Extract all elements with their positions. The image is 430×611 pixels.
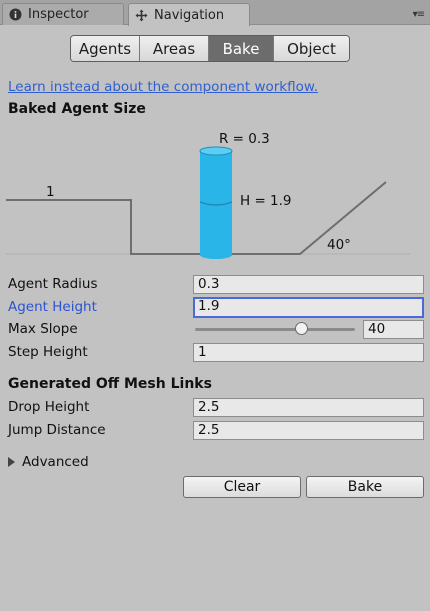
info-icon xyxy=(9,8,22,21)
advanced-foldout[interactable]: Advanced xyxy=(8,454,89,470)
max-slope-slider-thumb[interactable] xyxy=(295,322,309,335)
tab-inspector[interactable]: Inspector xyxy=(2,3,124,25)
bake-mode-toolbar: Agents Areas Bake Object xyxy=(70,35,350,62)
agent-height-label: Agent Height xyxy=(8,299,97,315)
drop-height-field[interactable]: 2.5 xyxy=(193,398,424,417)
step-height-label: Step Height xyxy=(8,344,88,360)
drop-height-label: Drop Height xyxy=(8,399,90,415)
advanced-label: Advanced xyxy=(22,454,89,470)
foldout-arrow-icon xyxy=(8,457,15,467)
radius-label: R = 0.3 xyxy=(219,131,270,147)
toolbar-agents-button[interactable]: Agents xyxy=(71,36,140,61)
max-slope-label: Max Slope xyxy=(8,321,78,337)
slope-label: 40° xyxy=(327,237,351,253)
height-label: H = 1.9 xyxy=(240,193,292,209)
jump-distance-label: Jump Distance xyxy=(8,422,106,438)
step-label: 1 xyxy=(46,184,55,200)
agent-radius-label: Agent Radius xyxy=(8,276,98,292)
toolbar-areas-button[interactable]: Areas xyxy=(140,36,209,61)
tab-inspector-label: Inspector xyxy=(28,7,89,22)
baked-agent-size-title: Baked Agent Size xyxy=(8,101,146,117)
off-mesh-links-title: Generated Off Mesh Links xyxy=(8,376,212,392)
max-slope-slider-track[interactable] xyxy=(195,328,355,331)
agent-size-diagram-svg xyxy=(6,146,410,259)
agent-height-field[interactable]: 1.9 xyxy=(193,297,424,318)
agent-size-diagram: R = 0.3 H = 1.9 1 40° xyxy=(0,118,430,268)
jump-distance-field[interactable]: 2.5 xyxy=(193,421,424,440)
toolbar-object-button[interactable]: Object xyxy=(274,36,349,61)
clear-button[interactable]: Clear xyxy=(183,476,301,498)
step-height-field[interactable]: 1 xyxy=(193,343,424,362)
agent-cylinder xyxy=(199,146,233,259)
tab-navigation[interactable]: Navigation xyxy=(128,3,250,26)
agent-radius-field[interactable]: 0.3 xyxy=(193,275,424,294)
toolbar-bake-button[interactable]: Bake xyxy=(209,36,274,61)
tab-menu-icon[interactable]: ▾≡ xyxy=(413,9,425,20)
bake-button[interactable]: Bake xyxy=(306,476,424,498)
navigation-icon xyxy=(135,9,148,22)
window-tab-bar: Inspector Navigation ▾≡ xyxy=(0,0,430,26)
component-workflow-link[interactable]: Learn instead about the component workfl… xyxy=(8,79,318,95)
tab-navigation-label: Navigation xyxy=(154,7,225,23)
max-slope-field[interactable]: 40 xyxy=(363,320,424,339)
